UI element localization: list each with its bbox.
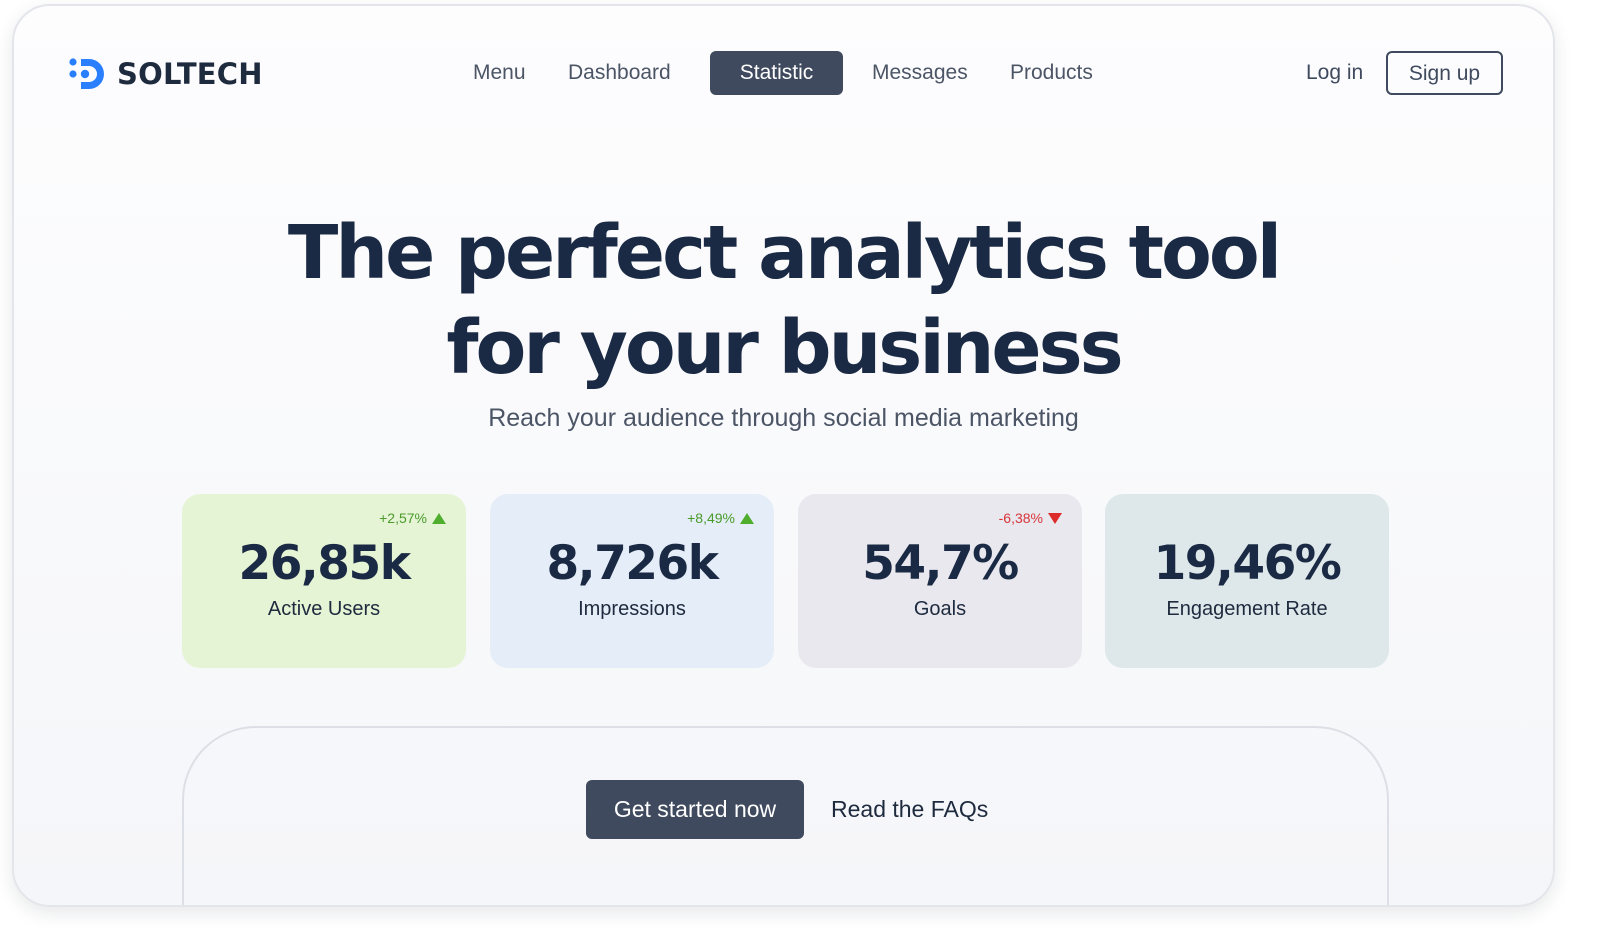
stat-label: Goals [913, 598, 967, 620]
nav-item-dashboard[interactable]: Dashboard [568, 51, 671, 95]
login-link[interactable]: Log in [1306, 51, 1363, 95]
get-started-button[interactable]: Get started now [586, 780, 804, 839]
nav-item-menu[interactable]: Menu [473, 51, 526, 95]
signup-button[interactable]: Sign up [1386, 51, 1503, 95]
stat-card-active-users: +2,57% 26,85k Active Users [182, 494, 466, 668]
stat-label: Engagement Rate [1166, 598, 1328, 620]
app-window: SOLTECH Menu Dashboard Statistic Message… [12, 4, 1555, 907]
stat-card-impressions: +8,49% 8,726k Impressions [490, 494, 774, 668]
stat-value: 19,46% [1153, 536, 1342, 591]
nav-item-statistic[interactable]: Statistic [710, 51, 843, 95]
stat-card-engagement-rate: 19,46% Engagement Rate [1105, 494, 1389, 668]
hero-subtitle: Reach your audience through social media… [488, 404, 1079, 432]
hero-title-line-1: The perfect analytics tool [287, 210, 1282, 296]
stat-change-value: +8,49% [687, 510, 735, 526]
stat-value: 54,7% [862, 536, 1019, 591]
stat-change: +2,57% [379, 510, 446, 526]
read-faqs-link[interactable]: Read the FAQs [831, 780, 988, 839]
hero-title: The perfect analytics tool for your busi… [14, 206, 1553, 396]
stat-label: Active Users [267, 598, 381, 620]
triangle-up-icon [740, 512, 754, 524]
triangle-up-icon [432, 512, 446, 524]
hero-title-line-2: for your business [446, 305, 1123, 391]
stat-change: -6,38% [999, 510, 1062, 526]
nav-item-messages[interactable]: Messages [872, 51, 968, 95]
triangle-down-icon [1048, 512, 1062, 524]
stat-label: Impressions [578, 598, 686, 620]
stat-card-goals: -6,38% 54,7% Goals [798, 494, 1082, 668]
stat-value: 26,85k [238, 536, 411, 591]
stat-change-value: +2,57% [379, 510, 427, 526]
stat-change-value: -6,38% [998, 510, 1043, 526]
stat-change: +8,49% [687, 510, 754, 526]
nav-item-products[interactable]: Products [1010, 51, 1093, 95]
stat-value: 8,726k [546, 536, 719, 591]
